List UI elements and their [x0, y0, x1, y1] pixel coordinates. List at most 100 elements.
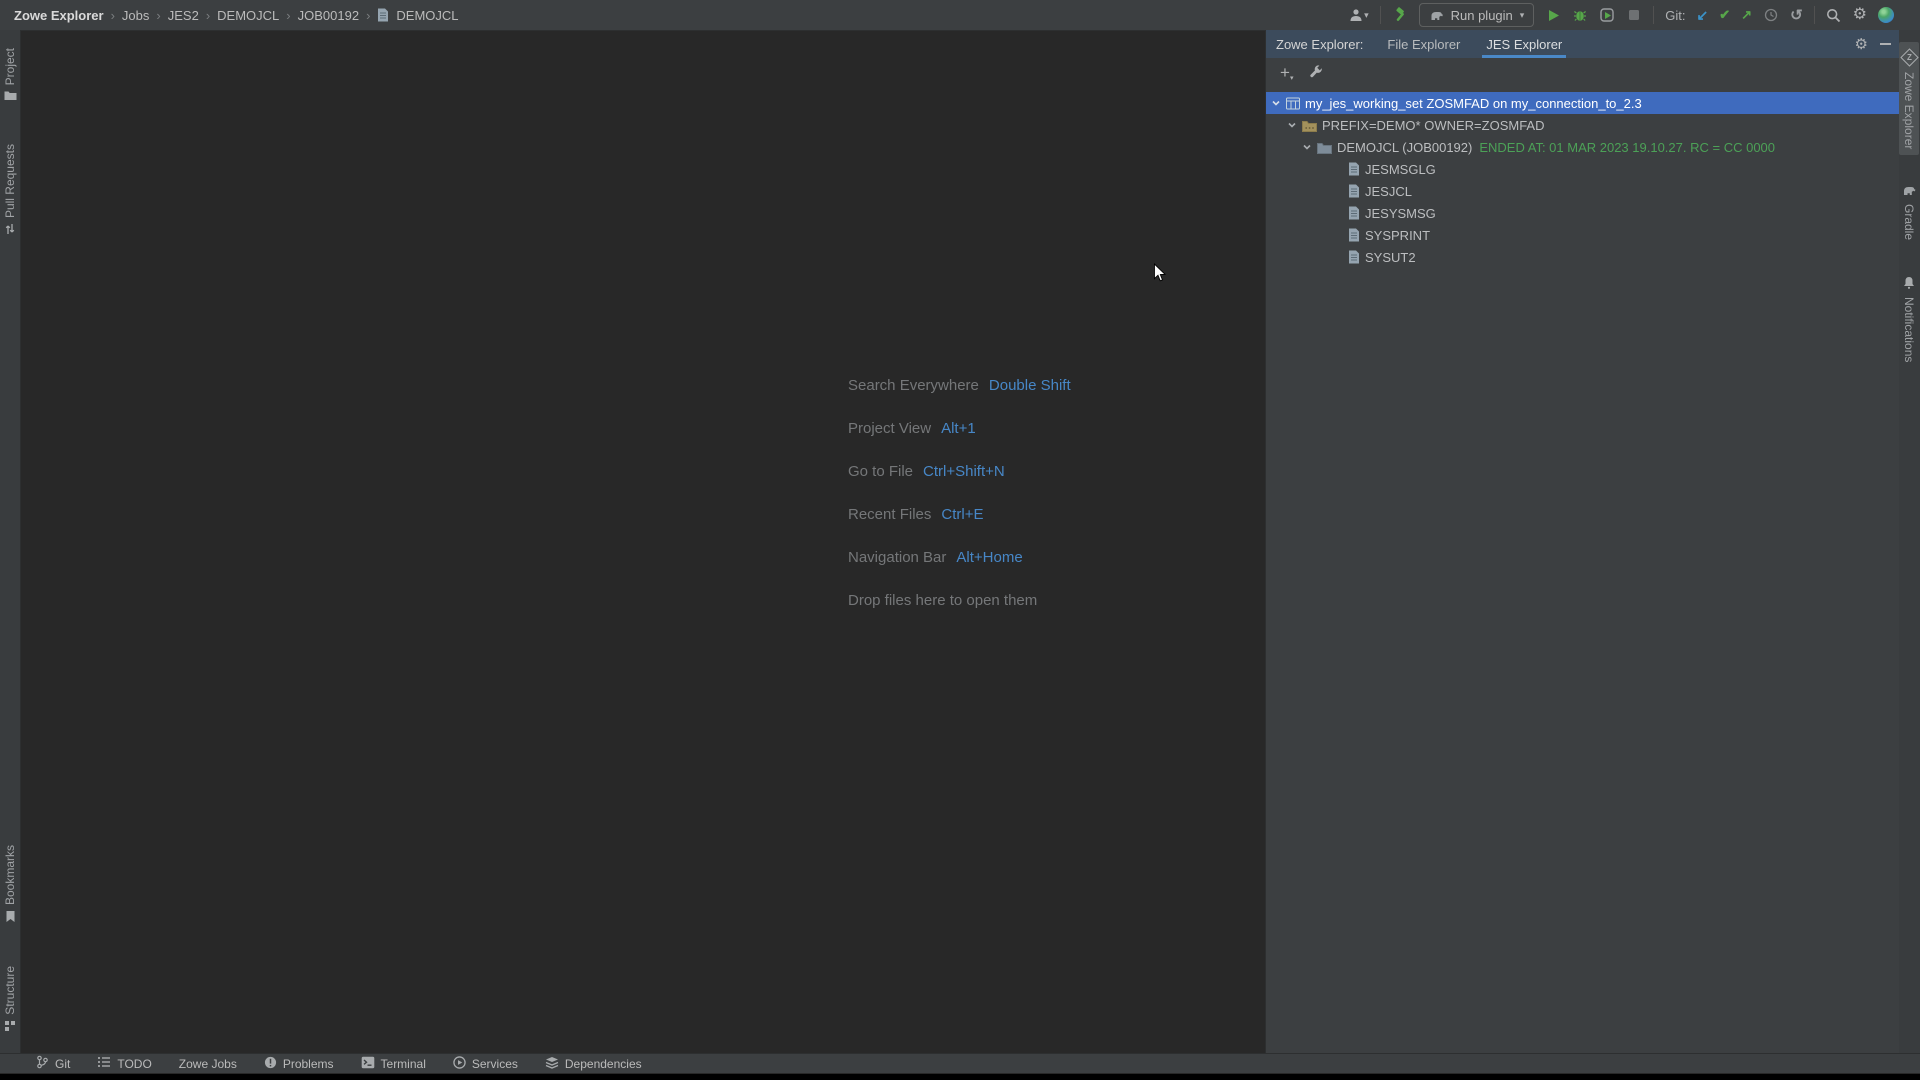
breadcrumb: Zowe Explorer › Jobs › JES2 › DEMOJCL › …	[0, 8, 459, 23]
settings-gear-icon[interactable]: ⚙	[1853, 7, 1867, 23]
hint-label: Search Everywhere	[848, 377, 979, 394]
tab-jes-explorer[interactable]: JES Explorer	[1482, 30, 1566, 58]
working-set-icon	[1286, 97, 1300, 110]
statusbar-item-todo[interactable]: TODO	[97, 1056, 151, 1071]
tree-row-job[interactable]: DEMOJCL (JOB00192) ENDED AT: 01 MAR 2023…	[1266, 136, 1899, 158]
problems-icon	[264, 1056, 277, 1072]
debug-button[interactable]	[1572, 5, 1588, 25]
chevron-down-icon[interactable]	[1286, 120, 1297, 130]
run-button[interactable]	[1545, 5, 1561, 25]
job-status-text: ENDED AT: 01 MAR 2023 19.10.27. RC = CC …	[1479, 140, 1775, 155]
stripe-button-pull-requests[interactable]: Pull Requests	[0, 138, 20, 244]
chevron-separator-icon: ›	[111, 8, 115, 23]
search-everywhere-icon[interactable]	[1826, 5, 1842, 25]
user-account-icon[interactable]: ▾	[1349, 5, 1369, 25]
job-folder-icon	[1317, 141, 1332, 154]
statusbar-item-dependencies[interactable]: Dependencies	[545, 1056, 642, 1072]
git-commit-button[interactable]: ✔	[1719, 7, 1730, 23]
edit-wrench-button[interactable]	[1309, 65, 1323, 84]
hint-label: Project View	[848, 420, 931, 437]
filter-label: PREFIX=DEMO* OWNER=ZOSMFAD	[1322, 118, 1544, 133]
left-stripe-top: Project Pull Requests	[0, 30, 20, 256]
tree-row-spool-file[interactable]: JESJCL	[1266, 180, 1899, 202]
file-icon	[377, 8, 389, 22]
git-push-button[interactable]: ↗	[1741, 7, 1752, 23]
hide-tool-window-icon[interactable]	[1880, 43, 1891, 45]
statusbar-item-terminal[interactable]: Terminal	[361, 1056, 426, 1072]
statusbar-item-zowe-jobs[interactable]: Zowe Jobs	[179, 1057, 237, 1071]
tool-window-header-actions: ⚙	[1855, 30, 1891, 58]
tree-row-spool-file[interactable]: JESYSMSG	[1266, 202, 1899, 224]
left-stripe-bottom: Bookmarks Structure	[0, 827, 20, 1053]
statusbar-item-git[interactable]: Git	[36, 1055, 70, 1072]
tree-row-spool-file[interactable]: SYSPRINT	[1266, 224, 1899, 246]
stripe-button-gradle[interactable]: Gradle	[1899, 179, 1919, 246]
run-configuration-label: Run plugin	[1451, 8, 1513, 23]
tree-row-filter[interactable]: PREFIX=DEMO* OWNER=ZOSMFAD	[1266, 114, 1899, 136]
working-set-label: my_jes_working_set ZOSMFAD on my_connect…	[1305, 96, 1642, 111]
tool-window-toolbar: + ▾	[1266, 58, 1899, 90]
settings-gear-icon[interactable]: ⚙	[1855, 37, 1868, 52]
stop-button	[1626, 5, 1642, 25]
build-hammer-icon[interactable]	[1392, 5, 1408, 25]
breadcrumb-item-demojcl[interactable]: DEMOJCL	[217, 8, 279, 23]
profile-sphere-icon[interactable]	[1878, 7, 1894, 23]
chevron-down-icon: ▾	[1520, 11, 1525, 20]
left-tool-stripe: Project Pull Requests Bookmarks Struc	[0, 30, 21, 1053]
bottom-black-strip	[0, 1074, 1920, 1080]
stripe-label: Notifications	[1902, 297, 1916, 362]
toolbar-separator	[1653, 6, 1654, 24]
hint-label: Navigation Bar	[848, 549, 946, 566]
git-update-button[interactable]: ↙	[1697, 7, 1709, 24]
spool-file-label: JESMSGLG	[1365, 162, 1436, 177]
editor-empty-hints: Search Everywhere Double Shift Project V…	[848, 364, 1071, 622]
hint-row: Go to File Ctrl+Shift+N	[848, 450, 1071, 493]
hint-row: Search Everywhere Double Shift	[848, 364, 1071, 407]
statusbar-item-problems[interactable]: Problems	[264, 1056, 334, 1072]
chevron-down-icon[interactable]	[1270, 98, 1281, 108]
tool-window-header: Zowe Explorer: File Explorer JES Explore…	[1266, 30, 1899, 58]
stripe-label: Bookmarks	[3, 845, 17, 905]
stripe-button-notifications[interactable]: Notifications	[1899, 270, 1919, 368]
breadcrumb-item-jes2[interactable]: JES2	[168, 8, 199, 23]
stripe-button-project[interactable]: Project	[0, 42, 20, 110]
run-configuration-select[interactable]: Run plugin ▾	[1419, 3, 1535, 27]
stripe-label: Gradle	[1902, 204, 1916, 240]
statusbar-item-label: Git	[55, 1057, 70, 1071]
plus-icon: +	[1280, 66, 1290, 80]
git-rollback-button[interactable]: ↺	[1790, 6, 1803, 24]
breadcrumb-item-demojcl-file[interactable]: DEMOJCL	[396, 8, 458, 23]
statusbar-item-services[interactable]: Services	[453, 1056, 518, 1072]
add-working-set-button[interactable]: + ▾	[1280, 66, 1293, 82]
chevron-separator-icon: ›	[156, 8, 160, 23]
hint-shortcut: Double Shift	[989, 377, 1071, 394]
tree-row-spool-file[interactable]: SYSUT2	[1266, 246, 1899, 268]
stripe-button-zowe-explorer[interactable]: Z Zowe Explorer	[1899, 42, 1919, 155]
spool-file-icon	[1348, 162, 1360, 176]
git-label: Git:	[1665, 9, 1685, 22]
hint-row: Project View Alt+1	[848, 407, 1071, 450]
stripe-button-structure[interactable]: Structure	[0, 960, 20, 1041]
tab-file-explorer[interactable]: File Explorer	[1383, 30, 1464, 58]
bookmark-icon	[5, 910, 16, 926]
status-bar: Git TODO Zowe Jobs Problems Terminal	[0, 1053, 1920, 1073]
zowe-logo-icon: Z	[1900, 48, 1918, 66]
tool-window-title: Zowe Explorer:	[1276, 30, 1363, 58]
spool-file-icon	[1348, 228, 1360, 242]
run-with-profiler-button[interactable]	[1599, 5, 1615, 25]
breadcrumb-item-zowe-explorer[interactable]: Zowe Explorer	[14, 8, 104, 23]
chevron-down-icon[interactable]	[1301, 142, 1312, 152]
statusbar-item-label: Problems	[283, 1057, 334, 1071]
gradle-icon	[1902, 185, 1916, 199]
stripe-label: Project	[3, 48, 17, 85]
tree-row-working-set[interactable]: my_jes_working_set ZOSMFAD on my_connect…	[1266, 92, 1899, 114]
breadcrumb-item-jobs[interactable]: Jobs	[122, 8, 149, 23]
breadcrumb-item-job00192[interactable]: JOB00192	[298, 8, 359, 23]
statusbar-item-label: Terminal	[381, 1057, 426, 1071]
spool-file-icon	[1348, 184, 1360, 198]
hint-label: Recent Files	[848, 506, 931, 523]
stripe-button-bookmarks[interactable]: Bookmarks	[0, 839, 20, 932]
gradle-icon	[1429, 10, 1444, 21]
bell-icon	[1903, 276, 1915, 292]
tree-row-spool-file[interactable]: JESMSGLG	[1266, 158, 1899, 180]
